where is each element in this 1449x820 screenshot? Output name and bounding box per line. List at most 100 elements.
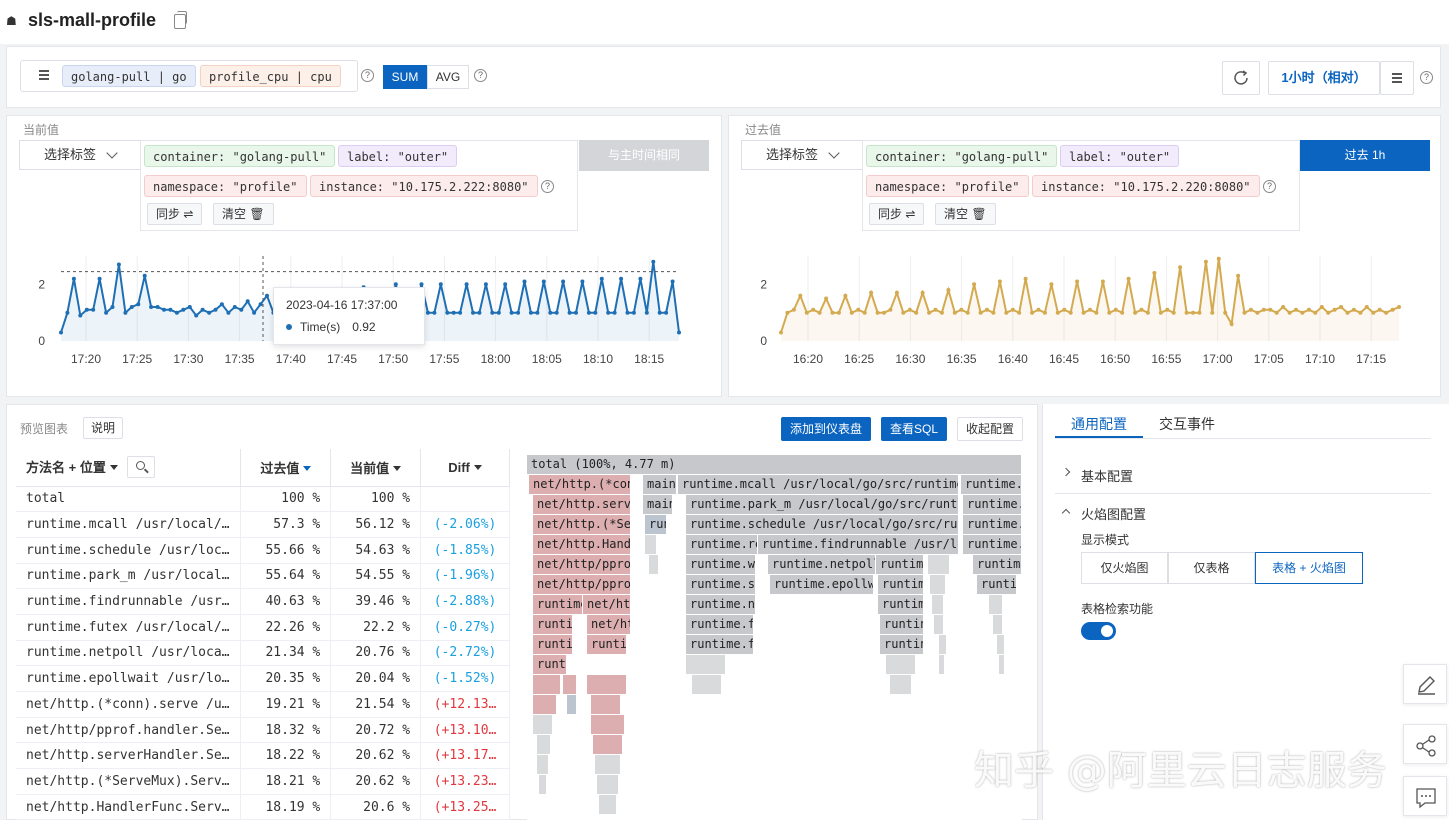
copy-icon[interactable]: [174, 11, 187, 29]
clear-button[interactable]: 清空 🗑: [213, 203, 274, 225]
data-point[interactable]: [438, 282, 443, 287]
data-point[interactable]: [1203, 259, 1208, 264]
data-point[interactable]: [1010, 307, 1015, 312]
data-point[interactable]: [836, 310, 841, 315]
flame-frame[interactable]: [593, 735, 623, 754]
flame-frame[interactable]: [591, 695, 621, 714]
tab-interaction-events[interactable]: 交互事件: [1159, 414, 1215, 434]
data-point[interactable]: [1158, 310, 1163, 315]
table-row[interactable]: net/http.HandlerFunc.Serv… 18.19 % 20.6 %(…: [16, 794, 510, 820]
data-point[interactable]: [1081, 310, 1086, 315]
data-point[interactable]: [1075, 279, 1080, 284]
flame-frame[interactable]: runtim: [878, 595, 924, 614]
data-point[interactable]: [84, 307, 89, 312]
flame-frame[interactable]: [932, 595, 944, 614]
data-point[interactable]: [162, 307, 166, 312]
data-point[interactable]: [1197, 310, 1202, 315]
data-point[interactable]: [612, 310, 617, 315]
data-point[interactable]: [830, 310, 835, 315]
data-point[interactable]: [123, 310, 128, 315]
data-point[interactable]: [1384, 310, 1389, 315]
column-header-current[interactable]: 当前值: [330, 449, 422, 487]
flame-frame[interactable]: runtim: [878, 575, 924, 594]
data-point[interactable]: [1210, 310, 1215, 315]
flame-frame[interactable]: runtime: [876, 555, 924, 574]
data-point[interactable]: [920, 290, 925, 295]
data-point[interactable]: [606, 310, 611, 315]
data-point[interactable]: [1152, 271, 1157, 275]
share-float-button[interactable]: [1403, 724, 1447, 764]
data-point[interactable]: [1364, 305, 1369, 309]
data-point[interactable]: [862, 310, 867, 315]
data-point[interactable]: [933, 307, 938, 312]
data-point[interactable]: [561, 279, 566, 284]
data-point[interactable]: [901, 310, 906, 315]
flame-frame[interactable]: runtime: [973, 555, 1022, 574]
flame-frame[interactable]: runtime.epollw: [770, 575, 874, 594]
data-point[interactable]: [91, 307, 96, 312]
data-point[interactable]: [657, 310, 662, 315]
flame-frame[interactable]: runtime.schedule /usr/local/go/src/run: [686, 515, 959, 534]
table-row[interactable]: runtime.epollwait /usr/lo… 20.35 % 20.04 %…: [16, 665, 510, 692]
data-point[interactable]: [1223, 310, 1228, 315]
flame-frame[interactable]: [939, 655, 945, 674]
data-point[interactable]: [824, 296, 829, 301]
data-point[interactable]: [1351, 307, 1356, 312]
add-dashboard-button[interactable]: 添加到仪表盘: [781, 417, 871, 441]
data-point[interactable]: [1145, 310, 1150, 315]
mode-table-flame[interactable]: 表格 + 火焰图: [1255, 552, 1363, 584]
data-point[interactable]: [1120, 310, 1125, 315]
data-point[interactable]: [200, 307, 205, 312]
select-tags-dropdown[interactable]: 选择标签: [741, 140, 863, 170]
data-point[interactable]: [1088, 307, 1092, 312]
data-point[interactable]: [1062, 307, 1067, 312]
data-point[interactable]: [1100, 279, 1105, 284]
data-point[interactable]: [1004, 310, 1009, 315]
flame-frame[interactable]: runt: [533, 655, 567, 674]
data-point[interactable]: [991, 310, 996, 315]
data-point[interactable]: [471, 310, 475, 315]
mode-table-only[interactable]: 仅表格: [1168, 552, 1255, 584]
flame-frame[interactable]: runtime.park_m /usr/local/go/src/runtim: [686, 495, 959, 514]
flame-frame[interactable]: runti: [533, 635, 573, 654]
data-point[interactable]: [110, 305, 115, 309]
flame-frame[interactable]: runtime.mcall /usr/local/go/src/runtime/…: [678, 475, 959, 494]
flame-frame[interactable]: [563, 675, 577, 694]
table-row[interactable]: net/http.(*ServeMux).Serv… 18.21 % 20.62 %…: [16, 768, 510, 795]
flame-frame[interactable]: [886, 655, 916, 674]
data-point[interactable]: [490, 310, 495, 315]
data-point[interactable]: [425, 310, 430, 315]
data-point[interactable]: [959, 307, 964, 312]
data-point[interactable]: [149, 305, 154, 309]
data-point[interactable]: [798, 293, 803, 298]
sync-button[interactable]: 同步 ⇌: [869, 203, 925, 225]
basic-config-section[interactable]: 基本配置: [1055, 458, 1431, 494]
data-point[interactable]: [1313, 310, 1318, 315]
data-point[interactable]: [458, 310, 463, 315]
data-point[interactable]: [1397, 305, 1401, 309]
query-input[interactable]: golang-pull | go profile_cpu | cpu: [20, 60, 358, 92]
column-header-diff[interactable]: Diff: [420, 449, 510, 487]
flame-graph[interactable]: total (100%, 4.77 m)net/http.(*conmain.r…: [527, 455, 1022, 820]
query-chip-language[interactable]: golang-pull | go: [62, 65, 196, 87]
time-help-icon[interactable]: ?: [1420, 71, 1433, 84]
data-point[interactable]: [1268, 307, 1273, 312]
data-point[interactable]: [155, 305, 160, 309]
help-icon[interactable]: ?: [361, 69, 374, 82]
data-point[interactable]: [451, 310, 456, 315]
data-point[interactable]: [1191, 310, 1195, 315]
data-point[interactable]: [882, 310, 886, 315]
data-point[interactable]: [1184, 310, 1189, 315]
flame-frame[interactable]: runtin: [880, 635, 924, 654]
data-point[interactable]: [226, 310, 231, 315]
data-point[interactable]: [1139, 307, 1144, 312]
data-point[interactable]: [168, 307, 173, 312]
data-point[interactable]: [638, 276, 643, 281]
flame-frame[interactable]: [686, 655, 726, 674]
data-point[interactable]: [59, 330, 63, 335]
data-point[interactable]: [586, 310, 591, 315]
data-point[interactable]: [677, 330, 681, 335]
data-point[interactable]: [1094, 310, 1099, 315]
table-row[interactable]: net/http.(*conn).serve /u… 19.21 % 21.54 %…: [16, 691, 510, 718]
flame-frame[interactable]: runtime.findrunnable /usr/lo: [758, 535, 959, 554]
